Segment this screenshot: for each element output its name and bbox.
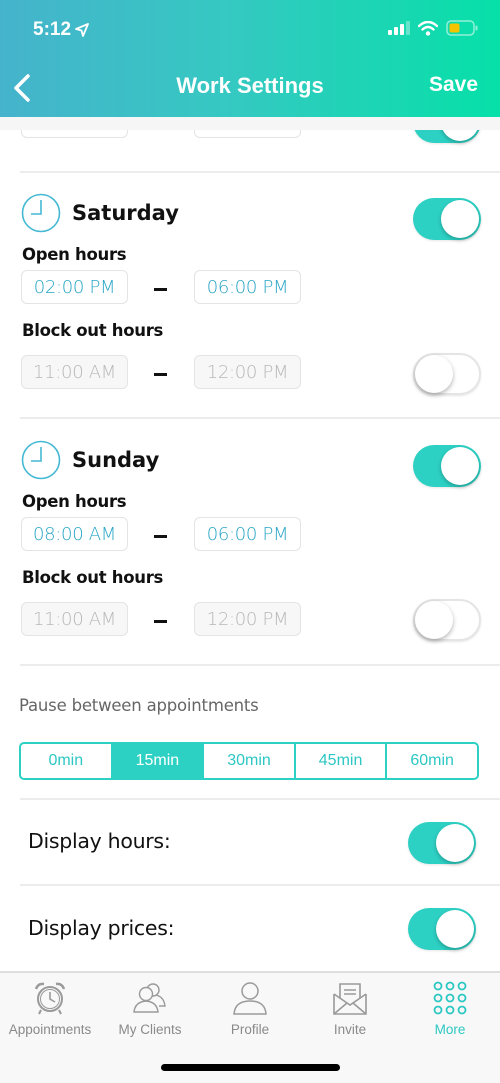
block-start-field[interactable]: 11:00 AM <box>21 355 128 389</box>
day-enabled-toggle[interactable] <box>413 198 481 240</box>
pause-option[interactable]: 30min <box>204 744 296 778</box>
wifi-icon <box>418 20 438 36</box>
pause-option[interactable]: 45min <box>296 744 388 778</box>
toggle-knob <box>415 355 453 393</box>
display-hours-toggle[interactable] <box>408 822 476 864</box>
header: 5:12 Work Settings Save <box>0 0 500 117</box>
alarm-clock-icon <box>34 982 66 1015</box>
tab-label: Profile <box>230 1022 270 1037</box>
day-title: Saturday <box>72 201 179 225</box>
block-enabled-toggle[interactable] <box>413 599 481 641</box>
tab-more[interactable]: More <box>400 979 500 1037</box>
toggle-knob <box>441 200 479 238</box>
tab-label: My Clients <box>118 1022 182 1037</box>
profile-icon <box>233 982 267 1015</box>
range-dash <box>154 373 167 376</box>
open-hours-label: Open hours <box>22 245 127 264</box>
divider <box>20 798 500 800</box>
tab-label: Appointments <box>8 1022 92 1037</box>
toggle-knob <box>436 824 474 862</box>
pause-option[interactable]: 60min <box>387 744 477 778</box>
tab-appointments[interactable]: Appointments <box>0 979 100 1037</box>
tab-label: More <box>434 1022 466 1037</box>
status-time-text: 5:12 <box>33 19 72 40</box>
home-indicator <box>161 1064 340 1071</box>
range-dash <box>154 620 167 623</box>
divider <box>20 664 500 666</box>
status-icons <box>388 20 478 36</box>
range-dash <box>154 288 167 291</box>
envelope-open-icon <box>333 983 367 1015</box>
header-shadow <box>0 117 500 130</box>
block-enabled-toggle[interactable] <box>413 353 481 395</box>
block-end-field[interactable]: 12:00 PM <box>194 602 301 636</box>
day-enabled-toggle[interactable] <box>413 445 481 487</box>
pause-label: Pause between appointments <box>19 696 259 715</box>
block-hours-label: Block out hours <box>22 321 164 340</box>
display-prices-label: Display prices: <box>28 916 175 940</box>
clients-icon <box>133 983 166 1013</box>
clock-icon <box>21 193 61 233</box>
battery-low-icon <box>446 20 478 36</box>
display-hours-label: Display hours: <box>28 829 171 853</box>
pause-option-selected[interactable]: 15min <box>112 744 205 778</box>
cellular-signal-icon <box>388 21 410 35</box>
work-settings-screen: 5:12 Work Settings Save Saturday Open ho… <box>0 0 500 1083</box>
range-dash <box>154 535 167 538</box>
pause-segmented-control: 0min 15min 30min 45min 60min <box>19 742 479 780</box>
open-hours-label: Open hours <box>22 492 127 511</box>
day-title: Sunday <box>72 448 160 472</box>
page-title: Work Settings <box>176 73 324 98</box>
toggle-knob <box>415 601 453 639</box>
open-start-field[interactable]: 08:00 AM <box>21 517 128 551</box>
location-arrow-icon <box>75 23 89 37</box>
tab-profile[interactable]: Profile <box>200 979 300 1037</box>
display-prices-toggle[interactable] <box>408 908 476 950</box>
divider <box>20 171 500 173</box>
divider <box>20 884 500 886</box>
block-start-field[interactable]: 11:00 AM <box>21 602 128 636</box>
grid-dots-icon <box>433 981 467 1015</box>
tab-invite[interactable]: Invite <box>300 979 400 1037</box>
tab-label: Invite <box>333 1022 367 1037</box>
toggle-knob <box>441 447 479 485</box>
tab-my-clients[interactable]: My Clients <box>100 979 200 1037</box>
clock-icon <box>21 440 61 480</box>
divider <box>20 417 500 419</box>
open-end-field[interactable]: 06:00 PM <box>194 517 301 551</box>
save-button[interactable]: Save <box>429 73 478 97</box>
open-start-field[interactable]: 02:00 PM <box>21 270 128 304</box>
pause-option[interactable]: 0min <box>21 744 113 778</box>
status-time: 5:12 <box>33 19 89 41</box>
block-end-field[interactable]: 12:00 PM <box>194 355 301 389</box>
block-hours-label: Block out hours <box>22 568 164 587</box>
toggle-knob <box>436 910 474 948</box>
open-end-field[interactable]: 06:00 PM <box>194 270 301 304</box>
